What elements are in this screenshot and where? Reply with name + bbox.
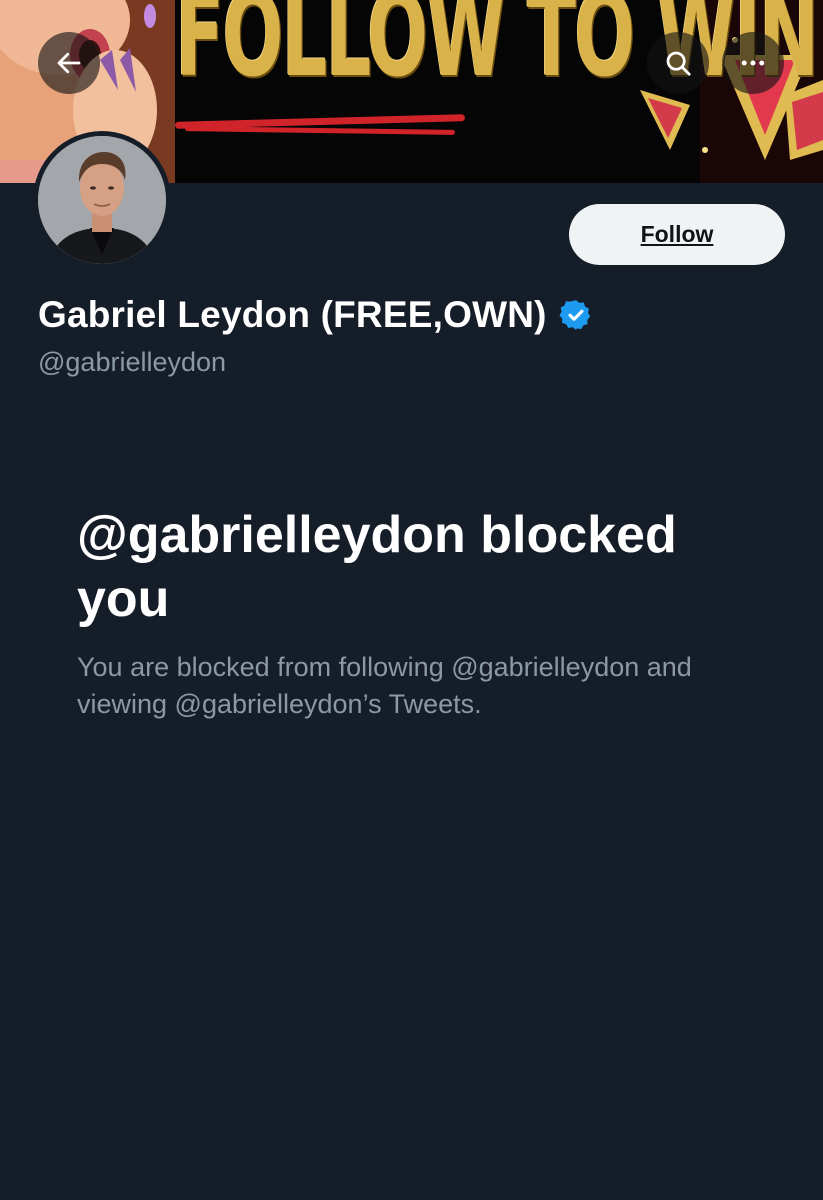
- back-button[interactable]: [38, 32, 100, 94]
- more-options-button[interactable]: [722, 32, 784, 94]
- blocked-title: @gabrielleydon blocked you: [77, 506, 677, 628]
- profile-avatar[interactable]: [33, 131, 171, 269]
- more-horizontal-icon: [741, 60, 765, 66]
- blocked-description: You are blocked from following @gabriell…: [77, 652, 692, 719]
- arrow-left-icon: [57, 52, 81, 74]
- banner-headline: FOLLOW TO WIN: [175, 0, 819, 103]
- search-icon: [666, 51, 691, 76]
- display-name: Gabriel Leydon (FREE,OWN): [38, 294, 547, 335]
- search-button[interactable]: [647, 32, 709, 94]
- profile-handle: @gabrielleydon: [38, 347, 227, 377]
- avatar-photo: [38, 136, 166, 264]
- follow-button[interactable]: Follow: [569, 204, 785, 265]
- verified-badge-icon: [559, 300, 590, 330]
- profile-name-row: Gabriel Leydon (FREE,OWN): [38, 290, 593, 340]
